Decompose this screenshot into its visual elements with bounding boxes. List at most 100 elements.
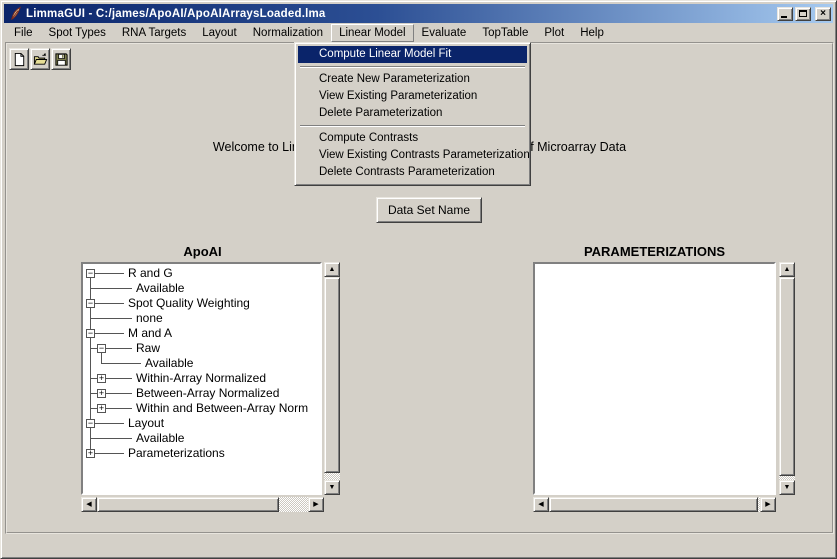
menu-layout[interactable]: Layout (194, 24, 245, 42)
collapse-box-icon[interactable]: − (97, 344, 106, 353)
window-title: LimmaGUI - C:/james/ApoAI/ApoAIArraysLoa… (26, 8, 326, 20)
new-document-icon (12, 52, 27, 67)
close-button[interactable]: × (815, 7, 831, 21)
tree-node-spot-quality-weighting[interactable]: − Spot Quality Weighting (83, 296, 320, 311)
tree-line (106, 378, 132, 379)
tree-node-label: Layout (128, 416, 164, 431)
tree-line (90, 288, 132, 289)
menu-separator (300, 125, 525, 127)
collapse-box-icon[interactable]: − (86, 419, 95, 428)
scroll-right-button[interactable]: ▶ (760, 497, 776, 512)
menu-item-compute-linear-model-fit[interactable]: Compute Linear Model Fit (298, 46, 527, 63)
tree-node-within-array-normalized[interactable]: +Within-Array Normalized (83, 371, 320, 386)
scroll-down-button[interactable]: ▼ (779, 480, 795, 495)
expand-box-icon[interactable]: + (97, 404, 106, 413)
tree-node-available[interactable]: Available (83, 356, 320, 371)
tree-node-layout[interactable]: − Layout (83, 416, 320, 431)
menu-evaluate[interactable]: Evaluate (414, 24, 475, 42)
collapse-box-icon[interactable]: − (86, 269, 95, 278)
horizontal-scroll-thumb[interactable] (549, 497, 758, 512)
menu-separator (300, 66, 525, 68)
limmagui-window: LimmaGUI - C:/james/ApoAI/ApoAIArraysLoa… (0, 0, 837, 559)
tree-node-available[interactable]: Available (83, 431, 320, 446)
tree-node-label: Raw (136, 341, 160, 356)
menu-file[interactable]: File (6, 24, 41, 42)
menu-normalization[interactable]: Normalization (245, 24, 331, 42)
minimize-button[interactable] (777, 7, 793, 21)
new-file-button[interactable] (9, 48, 29, 70)
tree-node-none[interactable]: none (83, 311, 320, 326)
title-bar[interactable]: LimmaGUI - C:/james/ApoAI/ApoAIArraysLoa… (4, 4, 833, 23)
scroll-left-button[interactable]: ◀ (533, 497, 549, 512)
menubar: FileSpot TypesRNA TargetsLayoutNormaliza… (4, 23, 833, 42)
scroll-up-button[interactable]: ▲ (324, 262, 340, 277)
expand-box-icon[interactable]: + (97, 389, 106, 398)
scroll-down-button[interactable]: ▼ (324, 480, 340, 495)
scroll-right-button[interactable]: ▶ (308, 497, 324, 512)
arrow-down-icon: ▼ (329, 484, 336, 491)
menu-item-delete-parameterization[interactable]: Delete Parameterization (298, 105, 527, 122)
menu-toptable[interactable]: TopTable (474, 24, 536, 42)
tree-line (95, 273, 124, 274)
arrow-left-icon: ◀ (86, 501, 91, 508)
vertical-scroll-thumb[interactable] (779, 277, 795, 476)
tree-line (95, 303, 124, 304)
menu-rna-targets[interactable]: RNA Targets (114, 24, 194, 42)
menu-linear-model[interactable]: Linear Model (331, 24, 413, 42)
tree-node-raw[interactable]: − Raw (83, 341, 320, 356)
menu-item-create-new-parameterization[interactable]: Create New Parameterization (298, 71, 527, 88)
save-file-button[interactable] (51, 48, 71, 70)
tree-node-r-and-g[interactable]: − R and G (83, 266, 320, 281)
tree-line (90, 393, 97, 394)
arrow-down-icon: ▼ (784, 484, 791, 491)
arrow-right-icon: ▶ (313, 501, 318, 508)
maximize-icon (799, 10, 807, 17)
open-file-button[interactable] (30, 48, 50, 70)
tree-line (90, 348, 97, 349)
menu-item-view-existing-contrasts-parameterization[interactable]: View Existing Contrasts Parameterization (298, 147, 527, 164)
menu-help[interactable]: Help (572, 24, 612, 42)
close-icon: × (820, 9, 826, 19)
parameterizations-vertical-scrollbar: ▲ ▼ (779, 262, 795, 495)
tree-node-m-and-a[interactable]: − M and A (83, 326, 320, 341)
tree-line (106, 408, 132, 409)
open-folder-icon (33, 52, 48, 67)
apoai-tree: −R and GAvailable−Spot Quality Weighting… (83, 264, 320, 493)
tree-node-label: R and G (128, 266, 173, 281)
collapse-box-icon[interactable]: − (86, 299, 95, 308)
expand-box-icon[interactable]: + (86, 449, 95, 458)
tree-node-available[interactable]: Available (83, 281, 320, 296)
tree-line (90, 408, 97, 409)
collapse-box-icon[interactable]: − (86, 329, 95, 338)
tree-node-label: none (136, 311, 163, 326)
menu-item-view-existing-parameterization[interactable]: View Existing Parameterization (298, 88, 527, 105)
menu-item-delete-contrasts-parameterization[interactable]: Delete Contrasts Parameterization (298, 164, 527, 181)
menu-item-compute-contrasts[interactable]: Compute Contrasts (298, 130, 527, 147)
vertical-scroll-thumb[interactable] (324, 277, 340, 473)
linear-model-dropdown: Compute Linear Model Fit Create New Param… (294, 42, 531, 186)
data-set-name-button[interactable]: Data Set Name (376, 197, 482, 223)
expand-box-icon[interactable]: + (97, 374, 106, 383)
tree-node-label: M and A (128, 326, 172, 341)
horizontal-scroll-thumb[interactable] (97, 497, 279, 512)
parameterizations-header: PARAMETERIZATIONS (533, 244, 776, 259)
maximize-button[interactable] (795, 7, 811, 21)
tree-line (90, 438, 132, 439)
apoai-tree-listbox[interactable]: −R and GAvailable−Spot Quality Weighting… (81, 262, 322, 495)
tree-node-label: Parameterizations (128, 446, 225, 461)
tree-node-label: Spot Quality Weighting (128, 296, 250, 311)
tree-node-between-array-normalized[interactable]: +Between-Array Normalized (83, 386, 320, 401)
feather-icon (8, 6, 23, 21)
save-floppy-icon (54, 52, 69, 67)
tree-node-parameterizations[interactable]: + Parameterizations (83, 446, 320, 461)
tree-line (90, 356, 91, 371)
menu-spot-types[interactable]: Spot Types (41, 24, 114, 42)
tree-node-within-and-between-array-norm[interactable]: +Within and Between-Array Norm (83, 401, 320, 416)
scroll-up-button[interactable]: ▲ (779, 262, 795, 277)
arrow-left-icon: ◀ (538, 501, 543, 508)
parameterizations-listbox[interactable] (533, 262, 776, 495)
menu-plot[interactable]: Plot (536, 24, 572, 42)
arrow-up-icon: ▲ (329, 266, 336, 273)
scroll-left-button[interactable]: ◀ (81, 497, 97, 512)
tree-line (106, 393, 132, 394)
